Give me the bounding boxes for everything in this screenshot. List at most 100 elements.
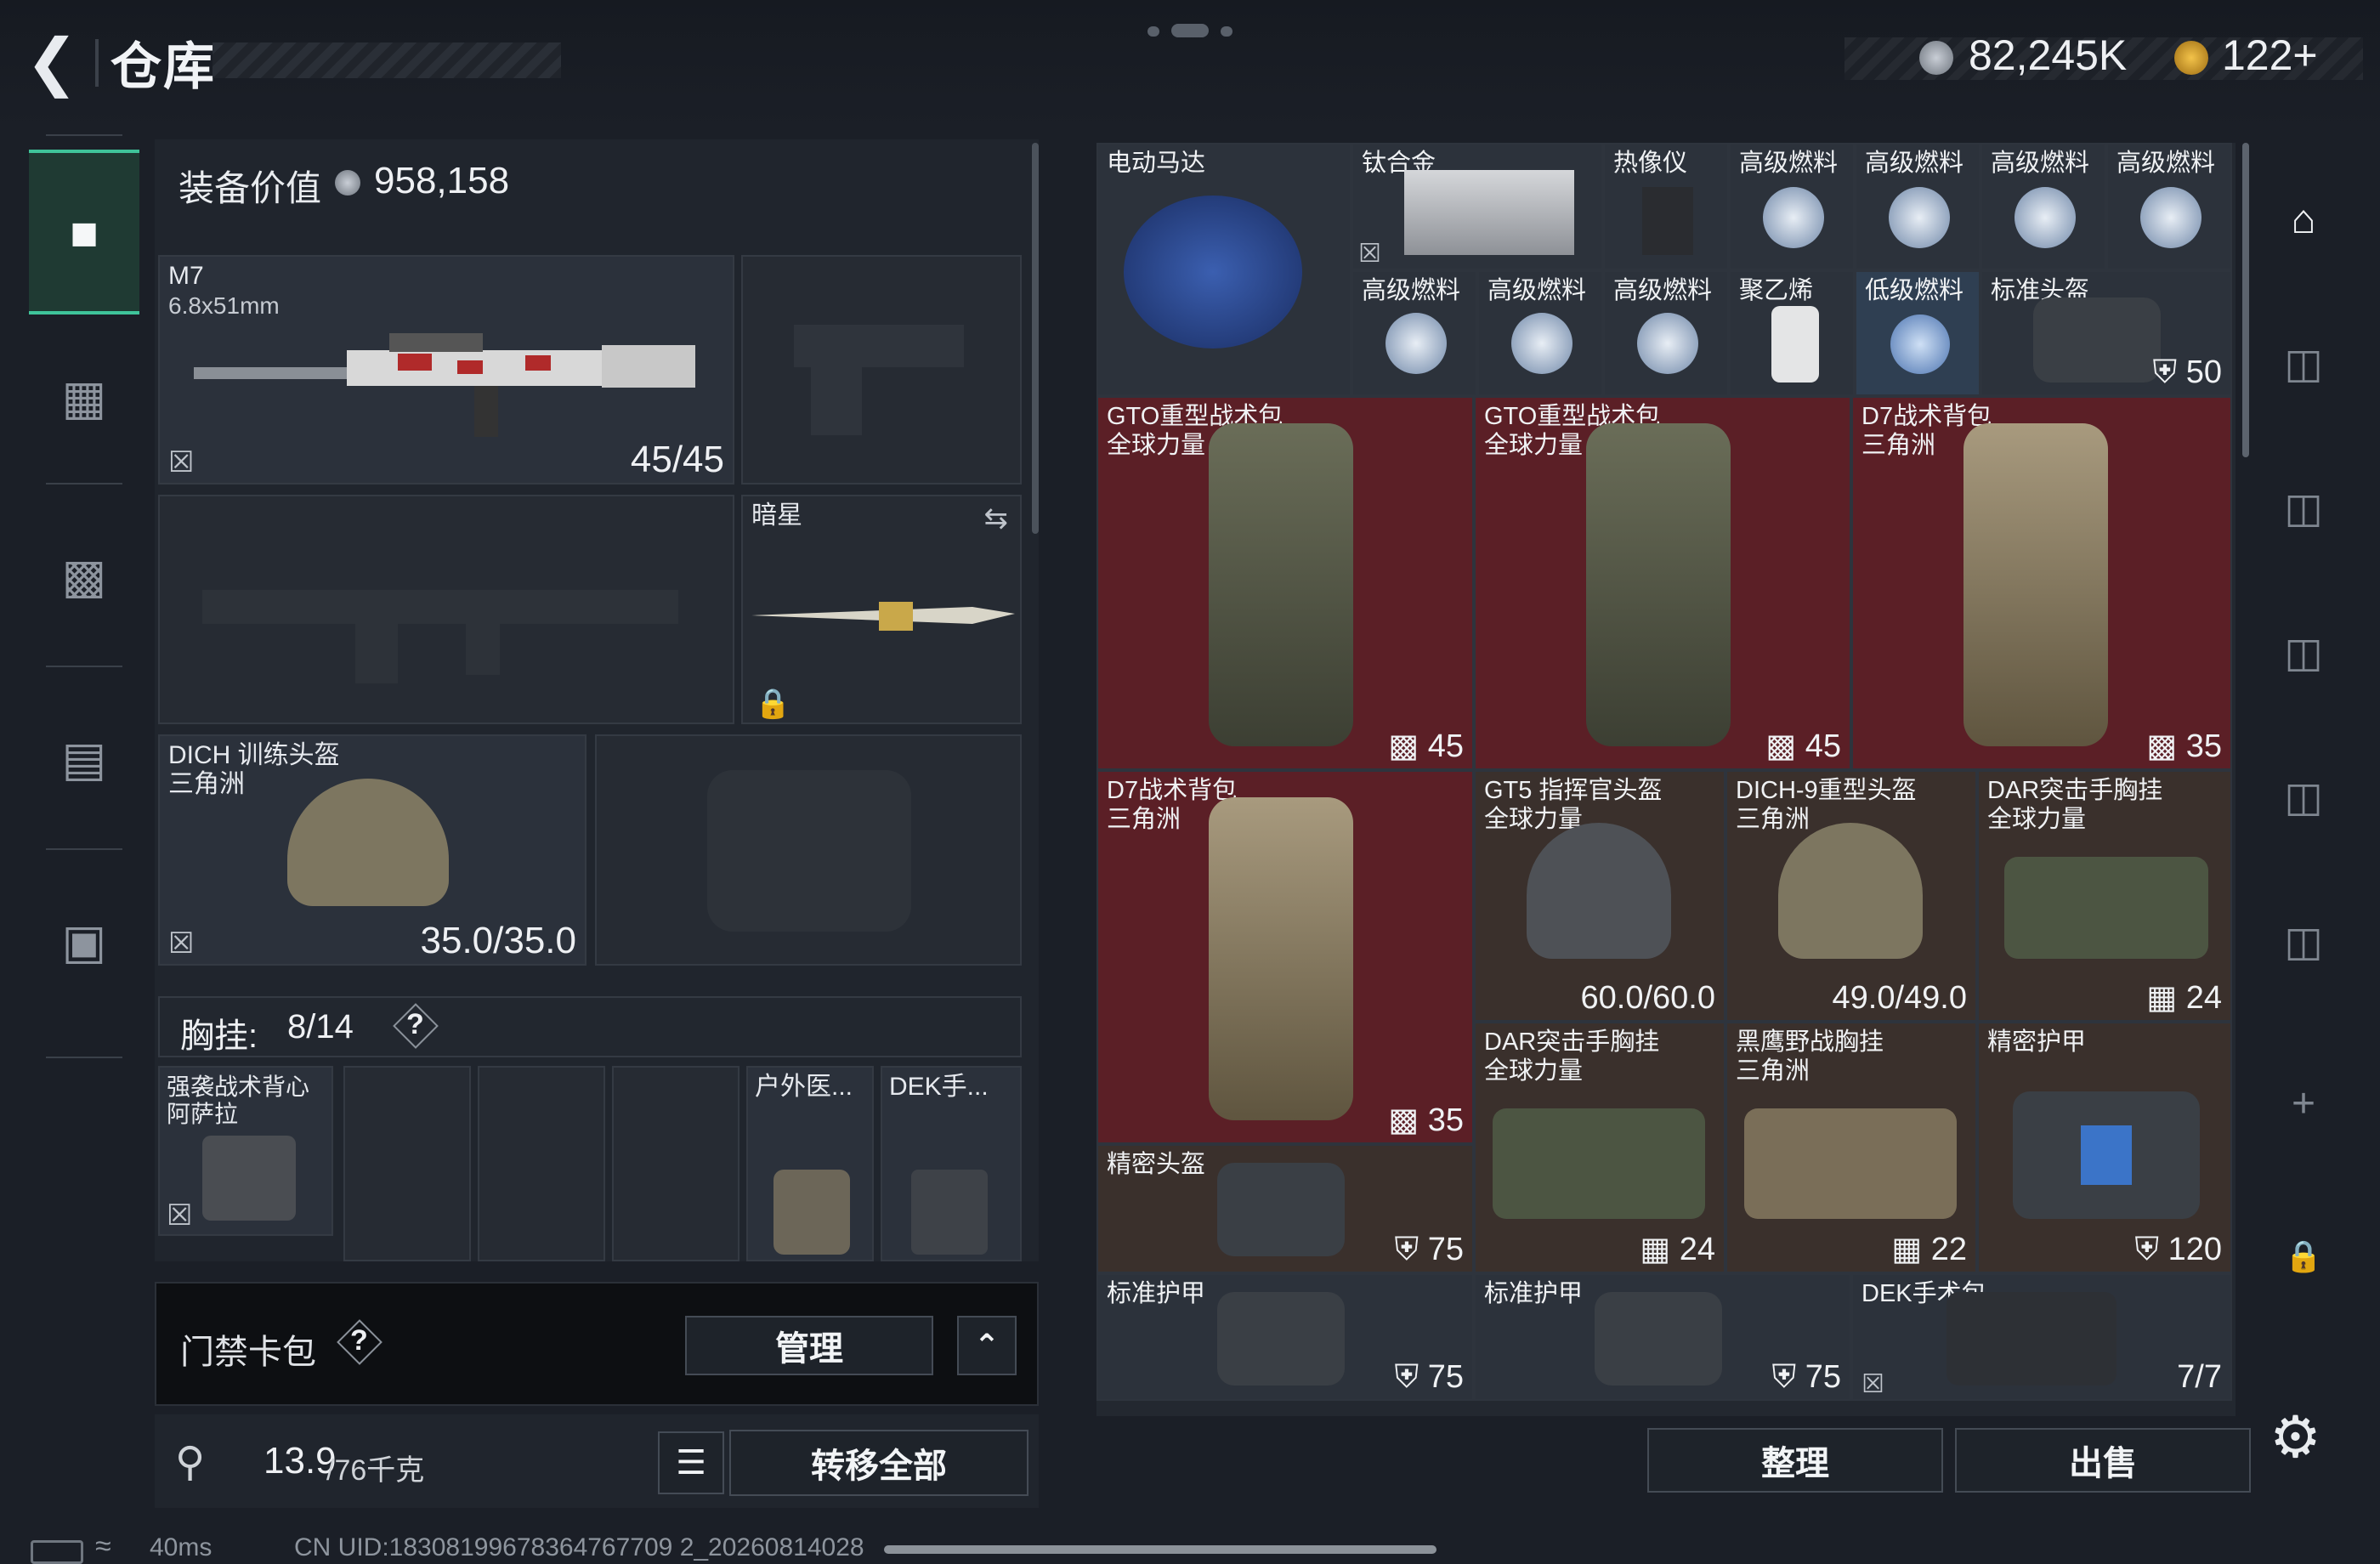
stash-tab-iv[interactable]: ◫: [2252, 466, 2354, 551]
swap-icon[interactable]: ⇆: [984, 502, 1009, 536]
item-standard-helmet[interactable]: 标准头盔 ⛨ 50: [1980, 270, 2232, 396]
box-image: [1595, 1292, 1722, 1386]
item-d7-backpack[interactable]: D7战术背包 三角洲 ▩ 35: [1096, 770, 1474, 1144]
secondary-weapon-slot-empty[interactable]: [158, 495, 734, 724]
item-region: 全球力量: [1107, 432, 1206, 459]
help-icon[interactable]: ?: [350, 1324, 368, 1357]
pistol-slot-empty[interactable]: [741, 255, 1022, 484]
rig-image: [2004, 857, 2208, 959]
rig-slot-empty[interactable]: [343, 1066, 471, 1261]
helmet-slot[interactable]: DICH 训练头盔 三角洲 ☒ 35.0/35.0: [158, 734, 586, 966]
item-fuel[interactable]: 高级燃料: [1352, 270, 1477, 396]
item-d7-backpack[interactable]: D7战术背包 三角洲 ▩ 35: [1851, 396, 2232, 770]
keycard-bar: 门禁卡包 ? 管理 ⌃: [155, 1282, 1039, 1406]
header-decoration: [212, 42, 561, 78]
item-name: 高级燃料: [2116, 150, 2216, 177]
item-gto-backpack[interactable]: GTO重型战术包 全球力量 ▩ 45: [1474, 396, 1851, 770]
item-name: 精密头盔: [1107, 1151, 1206, 1178]
item-name: DAR突击手胸挂: [1987, 777, 2163, 804]
stash-tab-iv-b[interactable]: ◫: [2252, 610, 2354, 695]
chest-rig-header: 胸挂: 8/14 ?: [158, 996, 1022, 1057]
back-arrow-icon[interactable]: ❮: [26, 31, 85, 94]
stash-tab-v[interactable]: ◫: [2252, 321, 2354, 406]
item-dar-rig[interactable]: DAR突击手胸挂 全球力量 ▦ 24: [1977, 770, 2232, 1022]
coin-amount[interactable]: 122+: [2222, 31, 2318, 80]
plus-icon[interactable]: +: [2252, 1061, 2354, 1146]
manage-button[interactable]: 管理: [685, 1316, 933, 1375]
grid-scrollbar[interactable]: [2242, 143, 2249, 457]
item-name: 标准护甲: [1484, 1280, 1584, 1307]
item-fuel[interactable]: 高级燃料: [1603, 270, 1729, 396]
stash-grid: 电动马达 钛合金 ☒ 热像仪 高级燃料 高级燃料 高级燃料 高级燃料 高级燃料 …: [1096, 143, 2236, 1416]
item-precision-helmet[interactable]: 精密头盔 ⛨ 75: [1096, 1144, 1474, 1273]
titanium-image: [1404, 170, 1574, 255]
gun-icon: ■: [70, 205, 99, 259]
item-titanium[interactable]: 钛合金 ☒: [1352, 143, 1603, 270]
item-fuel[interactable]: 高级燃料: [1855, 143, 1980, 270]
lock-icon: 🔒: [755, 688, 791, 720]
box-image: [1217, 1163, 1345, 1256]
item-standard-armor[interactable]: 标准护甲 ⛨ 75: [1096, 1273, 1474, 1401]
collapse-chevron-icon[interactable]: ⌃: [957, 1316, 1017, 1375]
item-region: 三角洲: [1862, 432, 1936, 459]
item-name: DICH-9重型头盔: [1736, 777, 1917, 804]
item-name: 电动马达: [1107, 150, 1206, 177]
rig-item-medkit[interactable]: 户外医...: [746, 1066, 874, 1261]
list-icon[interactable]: ☰: [658, 1431, 724, 1494]
primary-weapon-slot[interactable]: M7 6.8x51mm ☒ 45/45: [158, 255, 734, 484]
item-standard-armor[interactable]: 标准护甲 ⛨ 75: [1474, 1273, 1851, 1401]
nav-case[interactable]: ▤: [29, 674, 139, 844]
case-icon: ▤: [61, 732, 107, 785]
rig-slot-empty[interactable]: [612, 1066, 740, 1261]
weight-icon: ⚲: [175, 1440, 206, 1485]
shield-icon: ⛨: [1771, 1359, 1797, 1395]
melee-slot[interactable]: 暗星 ⇆ 🔒: [741, 495, 1022, 724]
no-insure-icon: ☒: [168, 927, 195, 960]
item-precision-armor[interactable]: 精密护甲 ⛨ 120: [1977, 1022, 2232, 1273]
item-dar-rig[interactable]: DAR突击手胸挂 全球力量 ▦ 24: [1474, 1022, 1726, 1273]
wifi-icon: ≈: [95, 1530, 111, 1562]
stash-tab-iv-c[interactable]: ◫: [2252, 899, 2354, 984]
coin-icon: [335, 170, 360, 196]
nav-vest[interactable]: ▦: [29, 313, 139, 483]
nav-briefcase[interactable]: ▣: [29, 857, 139, 1027]
stash-tab-iii[interactable]: ◫: [2252, 755, 2354, 840]
item-fuel[interactable]: 高级燃料: [1729, 143, 1855, 270]
nav-backpack[interactable]: ▩: [29, 491, 139, 661]
rig-item-vest[interactable]: 强袭战术背心 阿萨拉 ☒: [158, 1066, 333, 1236]
item-gt5-helmet[interactable]: GT5 指挥官头盔 全球力量 60.0/60.0: [1474, 770, 1726, 1022]
rig-slot-empty[interactable]: [478, 1066, 605, 1261]
nav-weapons[interactable]: ■: [29, 150, 139, 314]
helmet-region: 三角洲: [168, 770, 245, 798]
backpack-image: [1586, 423, 1731, 746]
chest-rig-capacity: 8/14: [287, 1008, 354, 1046]
item-dek-surgery-kit[interactable]: DEK手术包 ☒ 7/7: [1851, 1273, 2232, 1401]
sort-button[interactable]: 整理: [1647, 1428, 1943, 1493]
rig-item-dek[interactable]: DEK手...: [881, 1066, 1022, 1261]
left-scrollbar[interactable]: [1032, 143, 1039, 534]
motor-image: [1124, 196, 1302, 348]
item-low-fuel[interactable]: 低级燃料: [1855, 270, 1980, 396]
ping-text: 40ms: [150, 1533, 212, 1561]
item-region: 三角洲: [1107, 806, 1182, 833]
item-name: 黑鹰野战胸挂: [1736, 1028, 1884, 1056]
item-dich9-helmet[interactable]: DICH-9重型头盔 三角洲 49.0/49.0: [1726, 770, 1977, 1022]
stash-home-icon[interactable]: ⌂: [2252, 177, 2354, 262]
item-fuel[interactable]: 高级燃料: [2106, 143, 2232, 270]
backpack-icon: ▩: [61, 549, 107, 603]
item-electric-motor[interactable]: 电动马达: [1096, 143, 1352, 396]
armor-slot-empty[interactable]: [595, 734, 1022, 966]
item-fuel[interactable]: 高级燃料: [1980, 143, 2106, 270]
item-fuel[interactable]: 高级燃料: [1477, 270, 1603, 396]
transfer-all-button[interactable]: 转移全部: [729, 1430, 1028, 1496]
help-icon[interactable]: ?: [406, 1008, 424, 1041]
coin-icon: [1919, 41, 1953, 75]
item-gto-backpack[interactable]: GTO重型战术包 全球力量 ▩ 45: [1096, 396, 1474, 770]
item-thermal-imager[interactable]: 热像仪: [1603, 143, 1729, 270]
item-blackhawk-rig[interactable]: 黑鹰野战胸挂 三角洲 ▦ 22: [1726, 1022, 1977, 1273]
item-polyethylene[interactable]: 聚乙烯: [1729, 270, 1855, 396]
item-region: 全球力量: [1484, 1057, 1584, 1085]
sell-button[interactable]: 出售: [1955, 1428, 2251, 1493]
gear-icon[interactable]: ⚙: [2270, 1404, 2321, 1471]
kit-image: [1946, 1292, 2116, 1386]
